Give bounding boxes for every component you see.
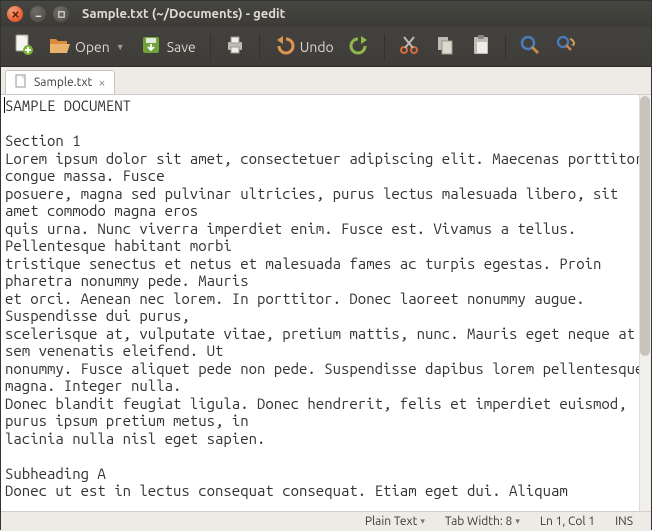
window-maximize-button[interactable] <box>53 6 69 22</box>
main-toolbar: Open ▼ Save Undo <box>1 27 651 67</box>
tab-close-button[interactable]: × <box>98 76 105 90</box>
window-minimize-button[interactable] <box>30 6 46 22</box>
vertical-scrollbar[interactable] <box>639 95 651 511</box>
document-tab[interactable]: Sample.txt × <box>5 70 115 94</box>
syntax-mode-label: Plain Text <box>365 515 418 528</box>
save-button[interactable]: Save <box>135 31 202 63</box>
toolbar-separator <box>259 34 260 60</box>
save-button-label: Save <box>167 39 196 55</box>
chevron-down-icon: ▾ <box>420 516 425 527</box>
copy-icon <box>433 33 457 60</box>
paste-button[interactable] <box>465 31 497 63</box>
print-button[interactable] <box>219 31 251 63</box>
open-button[interactable]: Open ▼ <box>43 31 131 63</box>
save-icon <box>139 33 163 60</box>
redo-button[interactable] <box>344 31 376 63</box>
new-document-icon <box>11 33 35 60</box>
insert-mode-indicator[interactable]: INS <box>605 515 643 528</box>
text-editor-area[interactable]: SAMPLE DOCUMENT Section 1 Lorem ipsum do… <box>1 95 651 511</box>
open-dropdown-arrow-icon: ▼ <box>116 42 125 52</box>
text-cursor <box>4 97 5 113</box>
undo-button[interactable]: Undo <box>268 31 340 63</box>
document-icon <box>14 74 28 91</box>
undo-button-label: Undo <box>300 39 334 55</box>
folder-open-icon <box>47 33 71 60</box>
search-icon <box>518 33 542 60</box>
document-tab-strip: Sample.txt × <box>1 67 651 95</box>
undo-icon <box>272 33 296 60</box>
find-button[interactable] <box>514 31 546 63</box>
paste-icon <box>469 33 493 60</box>
window-title: Sample.txt (~/Documents) - gedit <box>82 7 285 21</box>
cursor-position: Ln 1, Col 1 <box>530 515 605 528</box>
new-document-button[interactable] <box>7 31 39 63</box>
window-close-button[interactable] <box>7 6 23 22</box>
document-text: SAMPLE DOCUMENT Section 1 Lorem ipsum do… <box>1 95 651 502</box>
scrollbar-thumb[interactable] <box>640 96 650 356</box>
status-bar: Plain Text ▾ Tab Width: 8 ▾ Ln 1, Col 1 … <box>1 511 651 531</box>
toolbar-separator <box>505 34 506 60</box>
toolbar-separator <box>384 34 385 60</box>
scissors-icon <box>397 33 421 60</box>
open-button-label: Open <box>75 39 110 55</box>
chevron-down-icon: ▾ <box>515 516 520 527</box>
cut-button[interactable] <box>393 31 425 63</box>
printer-icon <box>223 33 247 60</box>
tab-width-label: Tab Width: 8 <box>445 515 512 528</box>
copy-button[interactable] <box>429 31 461 63</box>
redo-icon <box>348 33 372 60</box>
tab-width-selector[interactable]: Tab Width: 8 ▾ <box>435 515 530 528</box>
toolbar-separator <box>210 34 211 60</box>
window-title-bar: Sample.txt (~/Documents) - gedit <box>1 1 651 27</box>
find-replace-icon <box>554 33 578 60</box>
document-tab-label: Sample.txt <box>34 76 92 89</box>
find-replace-button[interactable] <box>550 31 582 63</box>
syntax-mode-selector[interactable]: Plain Text ▾ <box>355 515 435 528</box>
